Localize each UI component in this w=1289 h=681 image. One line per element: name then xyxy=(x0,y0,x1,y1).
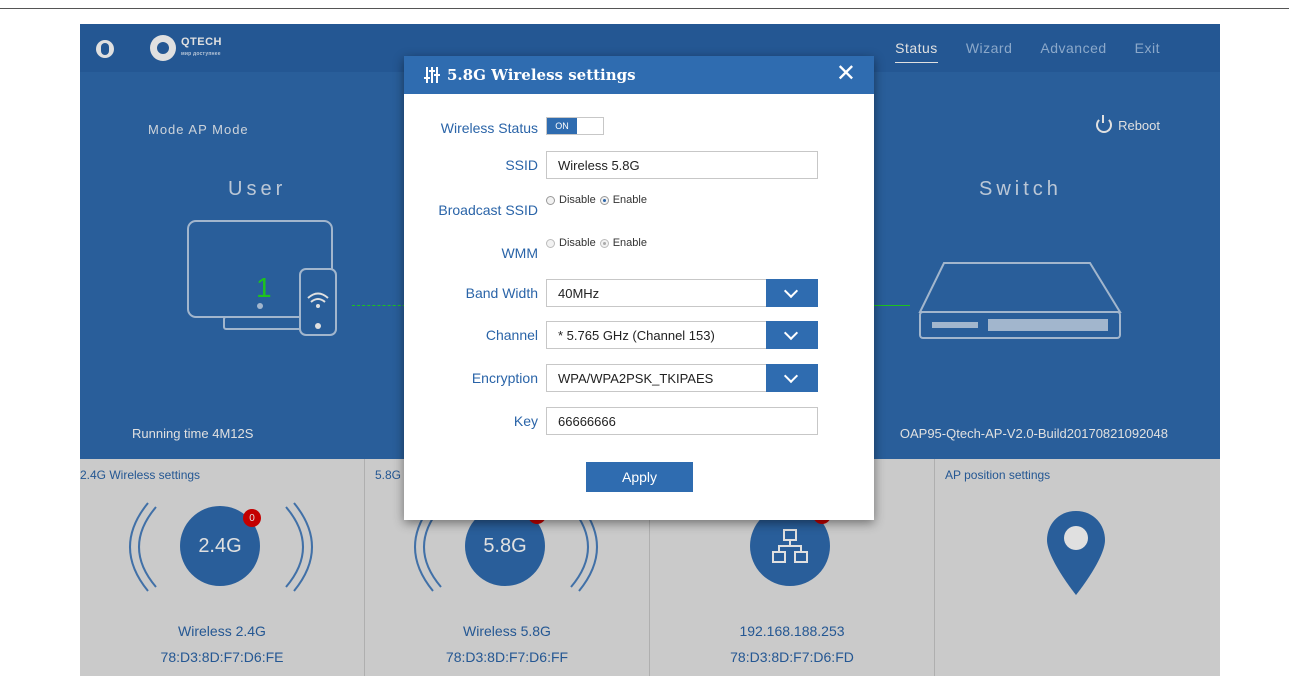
key-label: Key xyxy=(513,413,538,429)
broadcast-disable-radio[interactable] xyxy=(546,195,555,205)
card-ap-position-title: AP position settings xyxy=(945,468,1051,482)
encryption-row: Encryption WPA/WPA2PSK_TKIPAES xyxy=(404,364,874,392)
wmm-enable-radio[interactable] xyxy=(599,238,609,248)
broadcast-enable-radio[interactable] xyxy=(599,195,609,205)
channel-dropdown-button[interactable] xyxy=(766,321,818,349)
card-ap-position[interactable]: AP position settings xyxy=(935,459,1220,676)
reboot-label: Reboot xyxy=(1118,117,1160,133)
ssid-row: SSID Wireless 5.8G xyxy=(404,151,874,179)
nav-wizard[interactable]: Wizard xyxy=(966,40,1013,63)
user-icon[interactable] xyxy=(96,40,114,58)
bandwidth-select[interactable]: 40MHz xyxy=(546,279,818,307)
client-count-badge: 0 xyxy=(243,509,261,527)
card-2g-mac: 78:D3:8D:F7:D6:FE xyxy=(160,649,284,665)
top-border-line xyxy=(0,8,1289,9)
power-icon xyxy=(1096,115,1113,133)
key-input[interactable]: 66666666 xyxy=(546,407,818,435)
dialog-title: 5.8G Wireless settings xyxy=(447,66,636,84)
ssid-input[interactable]: Wireless 5.8G xyxy=(546,151,818,179)
logo-subtext: мир доступнее xyxy=(181,51,221,57)
wmm-disable-radio[interactable] xyxy=(546,238,555,248)
switch-link-line xyxy=(870,305,910,306)
wmm-radios: Disable Enable xyxy=(546,237,647,249)
card-2g-name: Wireless 2.4G xyxy=(178,623,266,639)
dialog-header: 5.8G Wireless settings ✕ xyxy=(404,56,874,94)
switch-label: Switch xyxy=(979,178,1062,200)
ip-address: 192.168.188.253 xyxy=(739,623,845,639)
wireless-status-label: Wireless Status xyxy=(440,120,538,136)
network-topology-icon xyxy=(772,529,808,563)
close-icon[interactable]: ✕ xyxy=(836,62,856,86)
user-count: 1 xyxy=(256,272,272,303)
channel-label: Channel xyxy=(485,327,538,343)
card-5g-mac: 78:D3:8D:F7:D6:FF xyxy=(445,649,569,665)
wmm-enable-label: Enable xyxy=(612,237,647,249)
logo: QTECH мир доступнее xyxy=(150,35,222,61)
broadcast-ssid-label: Broadcast SSID xyxy=(438,202,538,218)
bandwidth-dropdown-button[interactable] xyxy=(766,279,818,307)
switch-device-icon[interactable] xyxy=(914,260,1126,344)
reboot-button[interactable]: Reboot xyxy=(1096,115,1160,133)
broadcast-disable-label: Disable xyxy=(559,194,596,206)
bandwidth-value: 40MHz xyxy=(558,286,600,301)
apply-button[interactable]: Apply xyxy=(586,462,693,492)
firmware-version: OAP95-Qtech-AP-V2.0-Build20170821092048 xyxy=(899,426,1168,441)
encryption-label: Encryption xyxy=(471,370,538,386)
logo-icon xyxy=(150,35,176,61)
running-time: Running time 4M12S xyxy=(132,426,254,441)
wmm-disable-label: Disable xyxy=(559,237,596,249)
channel-row: Channel * 5.765 GHz (Channel 153) xyxy=(404,321,874,349)
nav-exit[interactable]: Exit xyxy=(1135,40,1160,63)
user-label: User xyxy=(228,178,287,200)
chevron-down-icon xyxy=(783,283,799,299)
card-2g[interactable]: 2.4G Wireless settings 2.4G 0 Wireless 2… xyxy=(80,459,365,676)
chevron-down-icon xyxy=(783,325,799,341)
bandwidth-row: Band Width 40MHz xyxy=(404,279,874,307)
broadcast-ssid-radios: Disable Enable xyxy=(546,194,647,206)
mode-text: Mode AP Mode xyxy=(148,122,249,137)
wireless-5g-settings-dialog: 5.8G Wireless settings ✕ Wireless Status… xyxy=(404,56,874,520)
encryption-select[interactable]: WPA/WPA2PSK_TKIPAES xyxy=(546,364,818,392)
nav-status[interactable]: Status xyxy=(895,40,938,63)
chevron-down-icon xyxy=(783,368,799,384)
lan-mac: 78:D3:8D:F7:D6:FD xyxy=(730,649,854,665)
wireless-status-toggle[interactable]: ON xyxy=(546,117,604,135)
encryption-value: WPA/WPA2PSK_TKIPAES xyxy=(558,371,714,386)
broadcast-enable-label: Enable xyxy=(612,194,647,206)
sliders-icon xyxy=(424,67,440,83)
top-nav: Status Wizard Advanced Exit xyxy=(895,40,1160,63)
nav-advanced[interactable]: Advanced xyxy=(1040,40,1106,63)
broadcast-ssid-row: Broadcast SSID Disable Enable xyxy=(404,194,874,224)
card-2g-title: 2.4G Wireless settings xyxy=(80,468,201,482)
encryption-dropdown-button[interactable] xyxy=(766,364,818,392)
key-row: Key 66666666 xyxy=(404,407,874,435)
wmm-label: WMM xyxy=(501,245,538,261)
location-pin-icon[interactable] xyxy=(1045,509,1107,599)
channel-value: * 5.765 GHz (Channel 153) xyxy=(558,328,715,343)
ssid-label: SSID xyxy=(505,157,538,173)
wireless-status-row: Wireless Status ON xyxy=(404,114,874,142)
wmm-row: WMM Disable Enable xyxy=(404,237,874,267)
toggle-on-label: ON xyxy=(547,118,577,134)
bandwidth-label: Band Width xyxy=(465,285,538,301)
card-5g-name: Wireless 5.8G xyxy=(463,623,551,639)
logo-text: QTECH xyxy=(181,36,222,48)
channel-select[interactable]: * 5.765 GHz (Channel 153) xyxy=(546,321,818,349)
